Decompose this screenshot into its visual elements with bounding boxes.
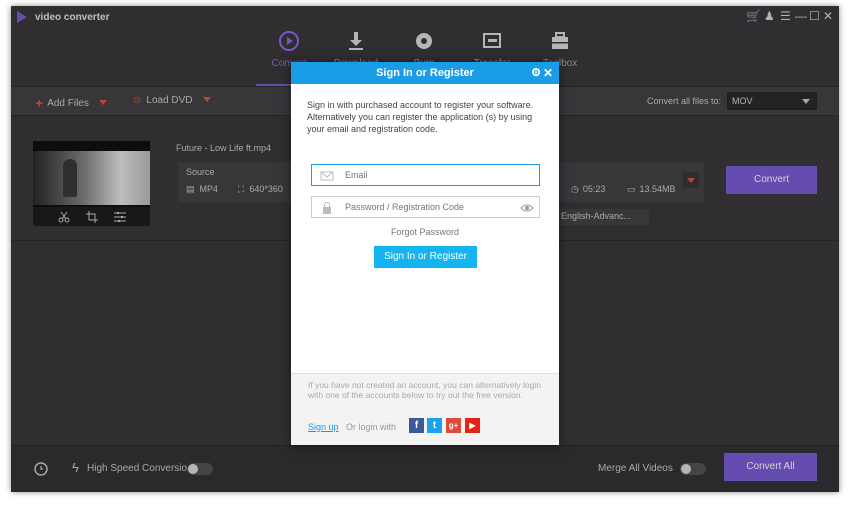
dialog-title: Sign In or Register xyxy=(376,67,474,79)
envelope-icon xyxy=(320,171,334,181)
password-field[interactable] xyxy=(311,196,540,218)
close-icon[interactable]: ✕ xyxy=(543,62,553,84)
email-input[interactable] xyxy=(345,167,515,183)
twitter-icon[interactable]: t xyxy=(427,418,442,433)
facebook-icon[interactable]: f xyxy=(409,418,424,433)
google-plus-icon[interactable]: g+ xyxy=(446,418,461,433)
youtube-icon[interactable]: ▶ xyxy=(465,418,480,433)
dialog-footer: If you have not created an account, you … xyxy=(291,373,559,445)
email-field[interactable] xyxy=(311,164,540,186)
sign-up-link[interactable]: Sign up xyxy=(308,422,339,432)
eye-icon[interactable] xyxy=(520,201,534,215)
or-login-label: Or login with xyxy=(346,422,397,432)
forgot-password-link[interactable]: Forgot Password xyxy=(291,227,559,237)
lock-icon xyxy=(323,202,331,214)
password-input[interactable] xyxy=(345,199,515,215)
sign-in-button[interactable]: Sign In or Register xyxy=(374,246,477,268)
dialog-header: Sign In or Register ⚙ ✕ xyxy=(291,62,559,84)
dialog-intro: Sign in with purchased account to regist… xyxy=(307,100,534,134)
alternative-login-text: If you have not created an account, you … xyxy=(308,380,541,400)
sign-in-dialog: Sign In or Register ⚙ ✕ Sign in with pur… xyxy=(291,62,559,445)
gear-icon[interactable]: ⚙ xyxy=(531,62,541,84)
